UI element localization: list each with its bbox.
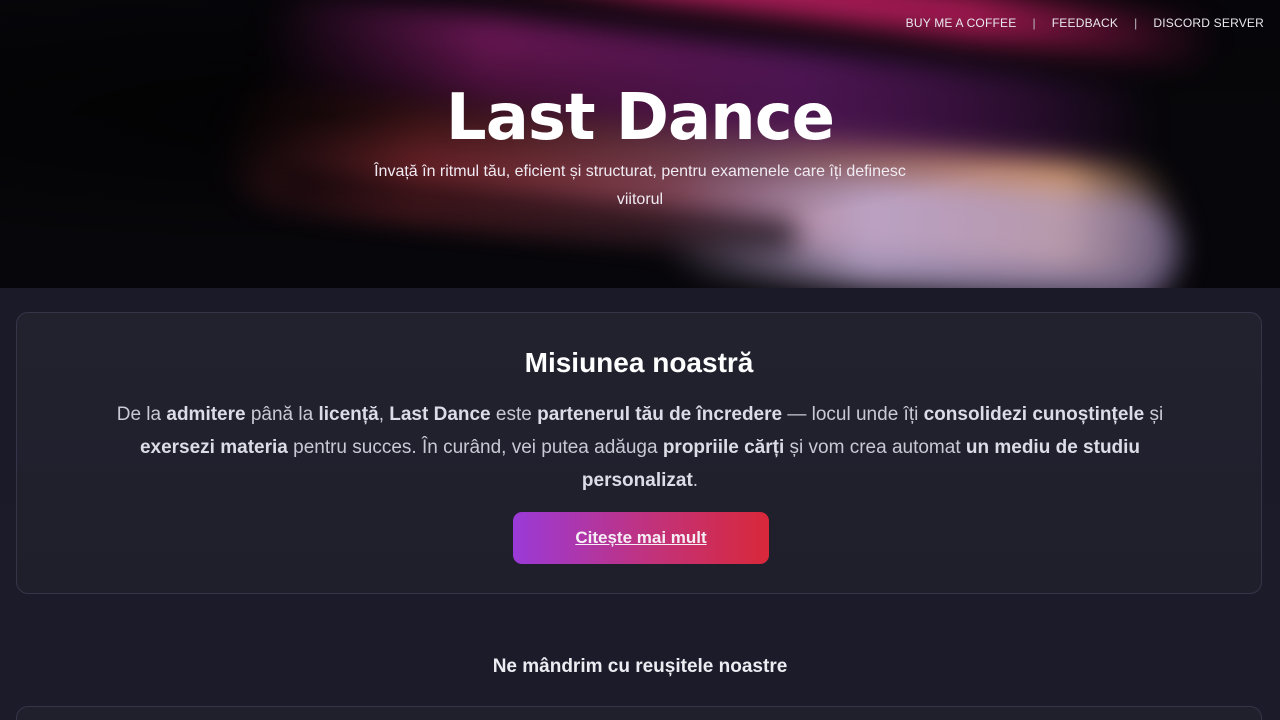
mission-text-segment: și vom crea automat (784, 437, 966, 458)
mission-text-emphasis: propriile cărți (662, 437, 785, 458)
mission-card: Misiunea noastră De la admitere până la … (16, 312, 1262, 594)
mission-text-segment: este (490, 404, 538, 425)
nav-feedback-link[interactable]: FEEDBACK (1052, 16, 1118, 30)
mission-text-segment: . (692, 470, 699, 491)
mission-text-segment: De la (116, 404, 167, 425)
mission-text-emphasis: admitere (166, 404, 246, 425)
mission-text-emphasis: exersezi materia (139, 437, 288, 458)
mission-text-emphasis: Last Dance (389, 404, 491, 425)
mission-text-segment: și (1144, 404, 1164, 425)
mission-text-emphasis: partenerul tău de încredere (537, 404, 783, 425)
nav-buy-me-a-coffee-link[interactable]: BUY ME A COFFEE (906, 16, 1017, 30)
mission-text-segment: pentru succes. În curând, vei putea adău… (287, 437, 663, 458)
hero-banner: BUY ME A COFFEE | FEEDBACK | DISCORD SER… (0, 0, 1280, 288)
mission-text-segment: — locul unde îți (782, 404, 924, 425)
mission-title: Misiunea noastră (524, 347, 754, 378)
mission-text-emphasis: consolidezi cunoștințele (923, 404, 1145, 425)
mission-text-segment: până la (245, 404, 319, 425)
mission-description: De la admitere până la licență, Last Dan… (107, 398, 1173, 497)
achievements-card (16, 706, 1262, 720)
mission-text-segment: , (378, 404, 390, 425)
read-more-button[interactable]: Citește mai mult (513, 512, 769, 564)
hero-subtitle: Învață în ritmul tău, eficient și struct… (374, 163, 906, 208)
nav-separator: | (1134, 16, 1138, 30)
top-nav: BUY ME A COFFEE | FEEDBACK | DISCORD SER… (906, 16, 1264, 30)
page: BUY ME A COFFEE | FEEDBACK | DISCORD SER… (0, 0, 1280, 720)
nav-discord-server-link[interactable]: DISCORD SERVER (1153, 16, 1264, 30)
nav-separator: | (1032, 16, 1036, 30)
achievements-heading: Ne mândrim cu reușitele noastre (492, 656, 788, 677)
mission-text-emphasis: licență (318, 404, 379, 425)
hero-title: Last Dance (445, 81, 835, 155)
